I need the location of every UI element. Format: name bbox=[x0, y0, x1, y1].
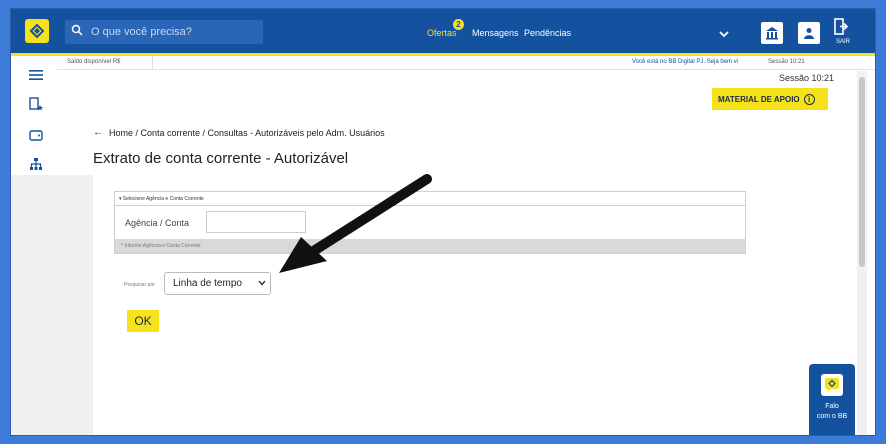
menu-icon[interactable] bbox=[28, 67, 44, 83]
logout-label[interactable]: SAIR bbox=[836, 39, 850, 45]
wallet-icon[interactable] bbox=[28, 127, 44, 143]
falo-line-1: Falo bbox=[825, 403, 839, 410]
pesquisar-select[interactable]: Linha de tempo bbox=[164, 272, 271, 295]
top-bar: Ofertas 2 Mensagens Pendências SAIR bbox=[11, 9, 875, 53]
status-bar: Saldo disponível R$ Você está no BB Digi… bbox=[57, 56, 875, 70]
falo-com-bb-button[interactable]: Falo com o BB bbox=[809, 364, 855, 435]
content-gutter bbox=[11, 175, 93, 435]
agencia-label: Agência / Conta bbox=[125, 218, 190, 228]
scroll-thumb[interactable] bbox=[859, 77, 865, 267]
back-arrow-icon[interactable]: ← bbox=[93, 127, 103, 138]
pesquisar-value: Linha de tempo bbox=[173, 278, 242, 289]
search-box[interactable] bbox=[65, 20, 263, 44]
agencia-section: ▾ Selecione Agência e Conta Corrente Agê… bbox=[114, 191, 746, 254]
nav-pendencias[interactable]: Pendências bbox=[524, 28, 571, 38]
falo-line-2: com o BB bbox=[816, 413, 848, 420]
search-input[interactable] bbox=[91, 26, 251, 38]
section-footer[interactable]: ^ Informe Agência e Conta Corrente bbox=[115, 239, 745, 253]
material-apoio-label: MATERIAL DE APOIO bbox=[718, 94, 800, 104]
session-timer-small: Sessão 10:21 bbox=[768, 59, 805, 65]
breadcrumb-text[interactable]: Home / Conta corrente / Consultas - Auto… bbox=[109, 128, 385, 138]
chevron-down-icon bbox=[258, 279, 266, 288]
nav-ofertas[interactable]: Ofertas bbox=[427, 28, 457, 38]
ofertas-badge: 2 bbox=[453, 19, 464, 30]
page-title: Extrato de conta corrente - Autorizável bbox=[93, 150, 349, 167]
app-window: Ofertas 2 Mensagens Pendências SAIR Sald… bbox=[10, 8, 876, 436]
ok-button[interactable]: OK bbox=[127, 310, 159, 332]
nav-mensagens[interactable]: Mensagens bbox=[472, 28, 519, 38]
session-timer: Sessão 10:21 bbox=[779, 73, 835, 83]
bb-logo-icon[interactable] bbox=[25, 19, 49, 43]
chat-bb-icon bbox=[821, 374, 843, 396]
favorites-icon[interactable] bbox=[28, 96, 44, 112]
scrollbar[interactable] bbox=[857, 71, 867, 435]
breadcrumb: ← Home / Conta corrente / Consultas - Au… bbox=[93, 127, 385, 138]
material-apoio-button[interactable]: MATERIAL DE APOIO i bbox=[712, 88, 828, 110]
hierarchy-icon[interactable] bbox=[28, 156, 44, 172]
section-header[interactable]: ▾ Selecione Agência e Conta Corrente bbox=[115, 192, 745, 206]
bank-icon[interactable] bbox=[761, 22, 783, 44]
pesquisar-label: Pesquisar por bbox=[124, 282, 155, 288]
user-icon[interactable] bbox=[798, 22, 820, 44]
info-icon: i bbox=[803, 93, 815, 105]
logout-icon[interactable] bbox=[834, 18, 849, 41]
chevron-down-icon[interactable] bbox=[718, 26, 730, 44]
falo-label: Falo com o BB bbox=[809, 402, 855, 422]
saldo-text: Saldo disponível R$ bbox=[67, 59, 121, 65]
search-icon bbox=[71, 23, 83, 41]
welcome-text: Você está no BB Digital PJ. Seja bem vi bbox=[632, 59, 739, 65]
agencia-input[interactable] bbox=[206, 211, 306, 233]
